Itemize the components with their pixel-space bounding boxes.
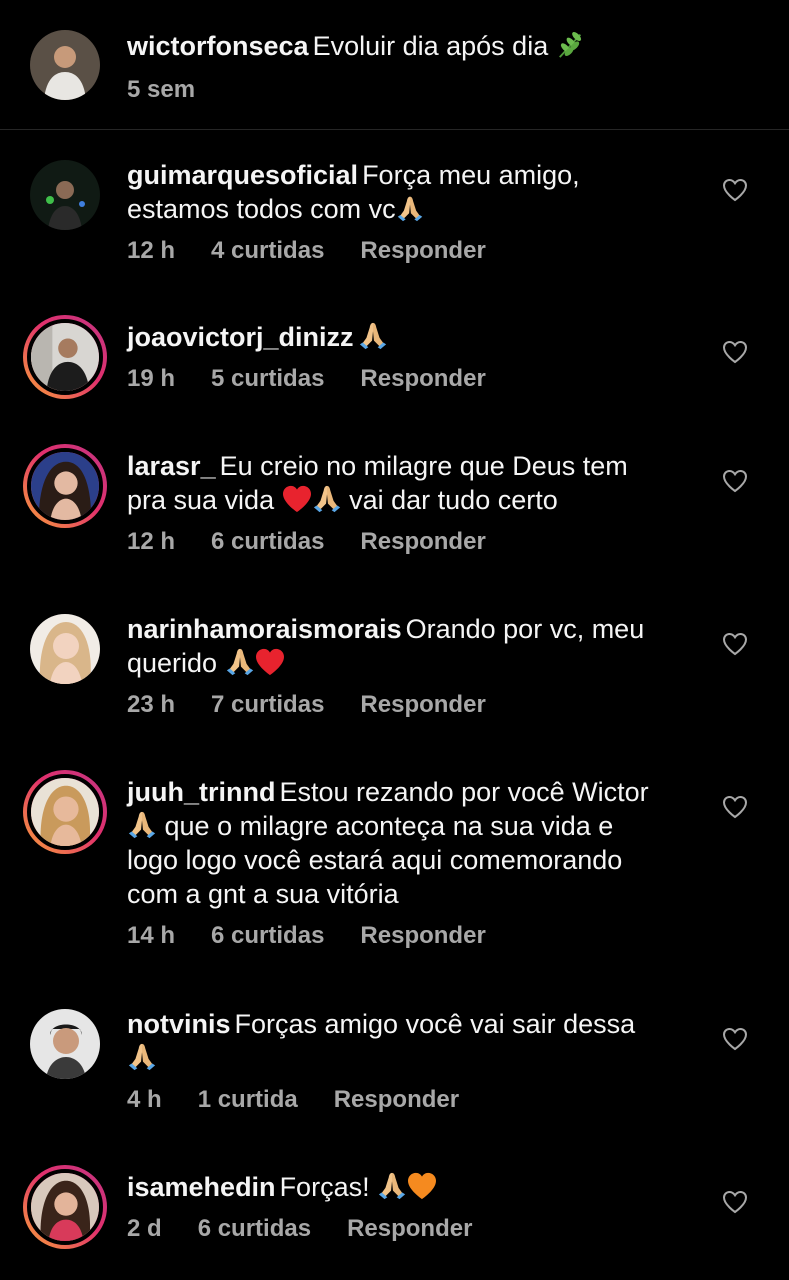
folded-hands-emoji-icon [127,809,157,839]
folded-hands-emoji-icon [377,1170,407,1200]
comment-text: com a gnt a sua vitória [127,879,399,909]
like-heart-icon[interactable] [722,340,748,364]
comment-text: querido [127,648,218,678]
folded-hands-emoji-icon [358,320,388,350]
comment-likes[interactable]: 6 curtidas [211,922,324,949]
comment-text: estamos todos com vc [127,194,396,224]
like-heart-icon[interactable] [722,469,748,493]
comment-text: Forças amigo você vai sair dessa [234,1009,636,1039]
folded-hands-emoji-icon [312,483,342,513]
caption-username[interactable]: wictorfonseca [127,31,309,61]
caption-time: 5 sem [127,76,196,103]
comment-text: vai dar tudo certo [349,485,558,515]
comment-time: 19 h [127,365,176,392]
red-heart-emoji-icon [282,485,312,513]
comment-text: logo logo você estará aqui comemorando [127,845,623,875]
comment-text: Forças! [279,1172,370,1202]
like-heart-icon[interactable] [722,632,748,656]
comment-text: Eu creio no milagre que Deus tem [219,451,628,481]
avatar-photo [31,1173,99,1241]
avatar-story-ring[interactable] [23,315,107,399]
reply-button[interactable]: Responder [334,1086,459,1113]
comment-text: Orando por vc, meu [405,614,645,644]
comment-text: que o milagre aconteça na sua vida e [164,811,614,841]
comment-time: 12 h [127,237,176,264]
avatar[interactable] [30,1009,100,1079]
avatar-story-ring[interactable] [23,1165,107,1249]
comment-username[interactable]: guimarquesoficial [127,160,358,190]
like-heart-icon[interactable] [722,795,748,819]
comment-likes[interactable]: 6 curtidas [211,528,324,555]
red-heart-emoji-icon [255,648,285,676]
herb-emoji-icon [556,29,586,59]
avatar-photo [31,778,99,846]
comment-time: 2 d [127,1215,162,1242]
avatar[interactable] [30,160,100,230]
comment-text: pra sua vida [127,485,275,515]
avatar-photo [30,30,100,100]
comment-time: 23 h [127,691,176,718]
reply-button[interactable]: Responder [360,922,485,949]
avatar-story-ring[interactable] [23,444,107,528]
reply-button[interactable]: Responder [360,365,485,392]
avatar-photo [31,452,99,520]
avatar-photo [30,614,100,684]
avatar-photo [30,160,100,230]
comment-text: Estou rezando por você Wictor [279,777,649,807]
like-heart-icon[interactable] [722,178,748,202]
post-caption: wictorfonseca Evoluir dia após dia 5 sem [0,0,789,130]
folded-hands-emoji-icon [225,646,255,676]
comment-likes[interactable]: 1 curtida [198,1086,298,1113]
caption-text: Evoluir dia após dia [312,31,549,61]
comment-time: 4 h [127,1086,162,1113]
folded-hands-emoji-icon [396,194,424,222]
avatar-story-ring[interactable] [23,770,107,854]
avatar[interactable] [30,614,100,684]
avatar-photo [30,1009,100,1079]
comment-username[interactable]: narinhamoraismorais [127,614,402,644]
reply-button[interactable]: Responder [360,691,485,718]
comment-likes[interactable]: 7 curtidas [211,691,324,718]
reply-button[interactable]: Responder [347,1215,472,1242]
like-heart-icon[interactable] [722,1190,748,1214]
comment-username[interactable]: notvinis [127,1009,231,1039]
comment-time: 14 h [127,922,176,949]
comment-likes[interactable]: 5 curtidas [211,365,324,392]
comment-text: Força meu amigo, [362,160,580,190]
comment-username[interactable]: juuh_trinnd [127,777,275,807]
avatar[interactable] [30,30,100,100]
comment-time: 12 h [127,528,176,555]
avatar-photo [31,323,99,391]
reply-button[interactable]: Responder [360,237,485,264]
reply-button[interactable]: Responder [360,528,485,555]
folded-hands-emoji-icon [127,1041,157,1071]
comment-username[interactable]: isamehedin [127,1172,276,1202]
comment-likes[interactable]: 6 curtidas [198,1215,311,1242]
orange-heart-emoji-icon [407,1172,437,1200]
comment-username[interactable]: larasr_ [127,451,216,481]
comment-username[interactable]: joaovictorj_dinizz [127,322,354,352]
comment-likes[interactable]: 4 curtidas [211,237,324,264]
like-heart-icon[interactable] [722,1027,748,1051]
